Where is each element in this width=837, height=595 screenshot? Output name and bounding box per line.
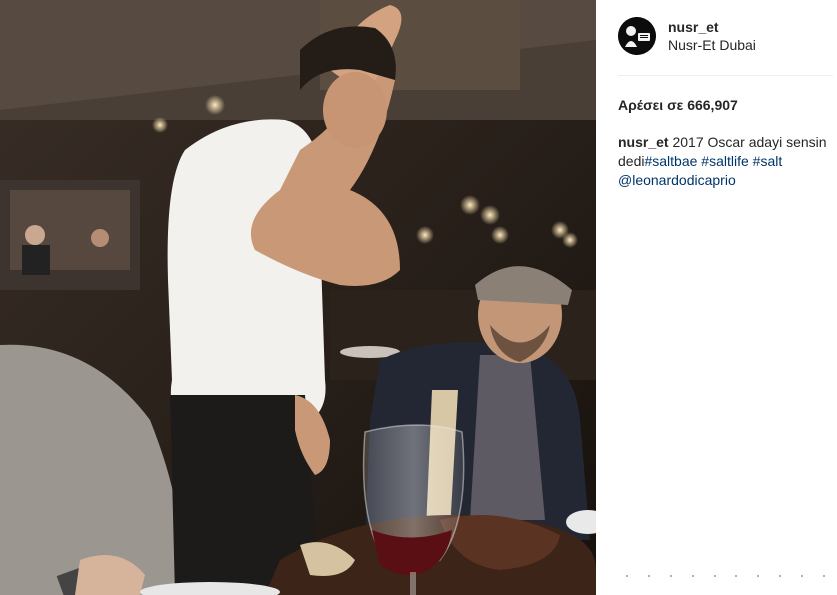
avatar[interactable] [618,17,656,55]
restaurant-photo-icon [0,0,596,595]
caption-text-2: dedi [618,153,645,169]
dot [691,575,694,577]
location-link[interactable]: Nusr-Et Dubai [668,36,756,54]
post-caption: nusr_et 2017 Oscar adayi sensin dedi#sal… [618,133,830,190]
dot [647,575,650,577]
bottom-dots [618,575,833,579]
caption-username[interactable]: nusr_et [618,134,669,150]
hashtag-saltlife[interactable]: #saltlife [701,153,748,169]
post-photo[interactable] [0,0,596,595]
hashtag-saltbae[interactable]: #saltbae [644,153,697,169]
username-link[interactable]: nusr_et [668,18,756,36]
instagram-post: nusr_et Nusr-Et Dubai Αρέσει σε 666,907 … [0,0,837,595]
dot [713,575,716,577]
nusr-et-logo-icon [618,17,656,55]
hashtag-salt[interactable]: #salt [753,153,783,169]
mention-leonardodicaprio[interactable]: @leonardodicaprio [618,172,736,188]
dot [822,575,825,577]
dot [779,575,782,577]
dot [801,575,803,577]
header-divider [618,75,833,76]
post-header: nusr_et Nusr-Et Dubai [618,17,833,55]
dot [669,575,672,577]
likes-count[interactable]: Αρέσει σε 666,907 [618,97,738,113]
dot [735,575,738,577]
post-side-panel: nusr_et Nusr-Et Dubai Αρέσει σε 666,907 … [596,0,837,595]
dot [757,575,760,577]
caption-text: 2017 Oscar adayi sensin [672,134,827,150]
dot [626,575,628,577]
